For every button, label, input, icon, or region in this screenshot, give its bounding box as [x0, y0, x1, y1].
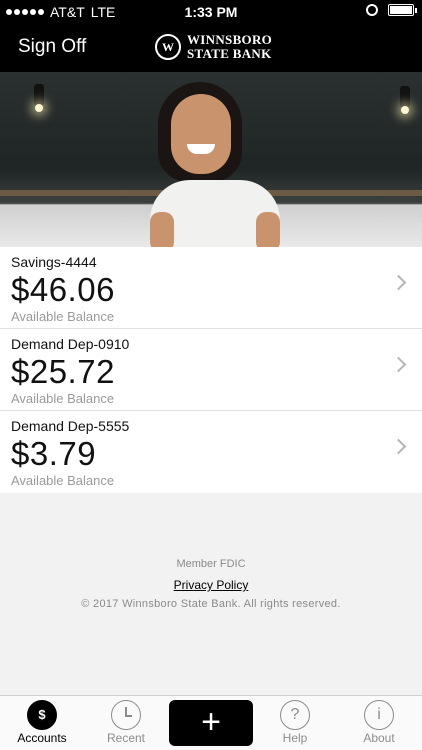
tab-label: About: [363, 731, 395, 745]
battery-icon: [388, 4, 417, 16]
person-face: [171, 94, 231, 174]
status-bar: AT&T LTE 1:33 PM: [0, 0, 422, 24]
question-icon: ?: [280, 700, 310, 730]
dollar-icon: $: [27, 700, 57, 730]
account-list: Savings-4444 $46.06 Available Balance De…: [0, 247, 422, 493]
add-button[interactable]: +: [169, 700, 253, 746]
app-screen: AT&T LTE 1:33 PM Sign Off W WINNSBORO ST…: [0, 0, 422, 750]
member-fdic-text: Member FDIC: [176, 558, 246, 570]
account-balance: $46.06: [11, 271, 115, 308]
account-name: Demand Dep-0910: [11, 336, 130, 352]
footer: Member FDIC Privacy Policy © 2017 Winnsb…: [0, 558, 422, 610]
balance-label: Available Balance: [11, 309, 115, 324]
chevron-right-icon: [390, 356, 407, 373]
person-arm: [150, 212, 174, 247]
tab-bar: $ Accounts Recent + ? Help i About: [0, 695, 422, 750]
tab-label: Help: [282, 731, 308, 745]
status-time: 1:33 PM: [184, 4, 238, 20]
nav-bar: Sign Off W WINNSBORO STATE BANK: [0, 24, 422, 72]
privacy-policy-link[interactable]: Privacy Policy: [174, 578, 249, 592]
plus-icon: +: [201, 703, 221, 741]
bank-name-line2: STATE BANK: [187, 46, 272, 61]
account-row[interactable]: Demand Dep-5555 $3.79 Available Balance: [0, 411, 422, 493]
chevron-right-icon: [390, 438, 407, 455]
tab-recent[interactable]: Recent: [84, 696, 168, 750]
copyright-text: © 2017 Winnsboro State Bank. All rights …: [81, 598, 341, 610]
account-name: Savings-4444: [11, 254, 97, 270]
sign-off-button[interactable]: Sign Off: [18, 36, 86, 58]
tab-help[interactable]: ? Help: [253, 696, 337, 750]
rotation-lock-icon: [366, 4, 378, 16]
bank-logo-icon: W: [155, 34, 181, 60]
bank-name-line1: WINNSBORO: [187, 32, 273, 47]
tab-label: Accounts: [17, 731, 67, 745]
status-right: [366, 4, 417, 16]
chevron-right-icon: [390, 274, 407, 291]
account-balance: $3.79: [11, 435, 97, 472]
balance-label: Available Balance: [11, 473, 115, 488]
account-row[interactable]: Demand Dep-0910 $25.72 Available Balance: [0, 329, 422, 411]
account-balance: $25.72: [11, 353, 115, 390]
pendant-lamp: [400, 86, 410, 114]
info-icon: i: [364, 700, 394, 730]
account-name: Demand Dep-5555: [11, 418, 130, 434]
hero-banner-image: [0, 72, 422, 247]
person-arm: [256, 212, 280, 247]
tab-label: Recent: [106, 731, 146, 745]
bank-name: WINNSBORO STATE BANK: [187, 33, 272, 61]
account-row[interactable]: Savings-4444 $46.06 Available Balance: [0, 247, 422, 329]
tab-accounts[interactable]: $ Accounts: [0, 696, 84, 750]
balance-label: Available Balance: [11, 391, 115, 406]
pendant-lamp: [34, 84, 44, 112]
tab-about[interactable]: i About: [337, 696, 421, 750]
bank-brand: W WINNSBORO STATE BANK: [155, 33, 272, 61]
clock-icon: [111, 700, 141, 730]
